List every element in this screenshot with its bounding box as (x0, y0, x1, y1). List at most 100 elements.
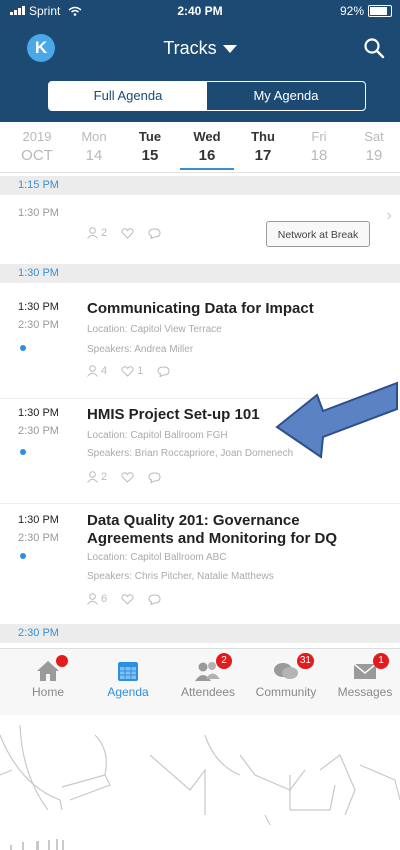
attending-count: 2 (87, 227, 107, 239)
tab-community[interactable]: 31 Community (246, 653, 326, 699)
attending-count: 2 (87, 471, 107, 483)
tab-agenda-active[interactable]: Agenda (88, 659, 168, 699)
session-title: Communicating Data for Impact (87, 300, 314, 317)
attending-value: 6 (101, 593, 108, 605)
tab-messages[interactable]: 1 Messages (325, 653, 400, 699)
user-icon (87, 471, 98, 483)
time-section-header: 2:30 PM (0, 624, 400, 643)
day-number: 16 (198, 147, 216, 164)
item-end-time: 2:30 PM (18, 319, 59, 331)
session-speakers: Speakers: Brian Roccapriore, Joan Domene… (87, 448, 294, 459)
battery-fill (370, 7, 387, 15)
item-stats: 6 (87, 593, 161, 605)
user-icon (87, 365, 98, 377)
item-start-time: 1:30 PM (18, 301, 59, 313)
attending-value: 2 (101, 471, 108, 483)
like-count (121, 471, 134, 483)
tab-bar: Home Agenda 2 Attendees 31 Community 1 M… (0, 648, 400, 715)
date-month-label: OCT (21, 147, 53, 164)
tab-label: Agenda (107, 685, 149, 699)
day-number: 17 (254, 147, 272, 164)
date-wed-selected[interactable]: Wed 16 (185, 129, 229, 164)
like-count: 1 (121, 365, 143, 377)
session-speakers: Speakers: Andrea Miller (87, 344, 194, 355)
date-sat[interactable]: Sat 19 (352, 129, 396, 164)
attending-value: 4 (101, 365, 108, 377)
battery-icon (368, 5, 392, 17)
tab-label: Messages (337, 685, 393, 699)
notification-dot (56, 655, 68, 667)
session-title: Data Quality 201: Governance Agreements … (87, 512, 338, 547)
comment-count (157, 365, 170, 377)
attendees-badge: 2 (216, 653, 232, 669)
item-start-time: 1:30 PM (18, 514, 59, 526)
item-stats: 2 (87, 471, 161, 483)
day-number: 19 (365, 147, 383, 164)
attending-value: 2 (101, 227, 108, 239)
session-speakers: Speakers: Chris Pitcher, Natalie Matthew… (87, 571, 274, 582)
status-bar: Sprint 2:40 PM 92% (0, 0, 400, 22)
tab-label: Home (31, 685, 64, 699)
date-fri[interactable]: Fri 18 (297, 129, 341, 164)
item-end-time: 2:30 PM (18, 532, 59, 544)
day-number: 15 (141, 147, 159, 164)
tab-label: Attendees (180, 685, 236, 699)
day-name: Tue (138, 129, 162, 144)
day-number: 18 (310, 147, 328, 164)
messages-badge: 1 (373, 653, 389, 669)
community-badge: 31 (296, 653, 314, 669)
tab-icon-wrap: 2 (194, 653, 232, 685)
battery-label: 92% (339, 4, 364, 18)
tab-icon-wrap (34, 655, 68, 685)
calendar-icon (118, 662, 138, 681)
day-name: Wed (193, 129, 221, 144)
attending-count: 4 (87, 365, 107, 377)
heart-icon (121, 471, 134, 483)
heart-icon (121, 365, 134, 377)
network-at-break-button[interactable]: Network at Break (266, 221, 370, 247)
search-icon[interactable] (362, 36, 386, 60)
segment-full-agenda[interactable]: Full Agenda (49, 82, 207, 110)
item-stats: 4 1 (87, 365, 170, 377)
nav-bar: K Tracks (0, 22, 400, 78)
session-location: Location: Capitol View Terrace (87, 324, 222, 335)
tab-attendees[interactable]: 2 Attendees (168, 653, 248, 699)
selected-date-indicator (180, 168, 234, 170)
date-thu[interactable]: Thu 17 (241, 129, 285, 164)
heart-icon (121, 593, 134, 605)
day-name: Fri (311, 129, 327, 144)
date-year: 2019 (22, 129, 52, 144)
caret-down-icon (222, 45, 237, 54)
segment-my-agenda[interactable]: My Agenda (207, 82, 365, 110)
annotation-arrow (275, 381, 398, 459)
item-start-time: 1:30 PM (18, 407, 59, 419)
day-name: Sat (364, 129, 384, 144)
date-tue[interactable]: Tue 15 (128, 129, 172, 164)
track-dot (20, 449, 26, 455)
tab-icon-wrap: 1 (351, 653, 389, 685)
tab-icon-wrap (114, 659, 142, 685)
date-mon[interactable]: Mon 14 (72, 129, 116, 164)
track-dot (20, 345, 26, 351)
track-dot (20, 553, 26, 559)
time-section-header: 1:15 PM (0, 176, 400, 195)
list-item-session[interactable]: 1:30 PM 2:30 PM Data Quality 201: Govern… (0, 503, 400, 621)
segment-area: Full Agenda My Agenda (0, 78, 400, 122)
comment-icon (148, 227, 161, 239)
tab-home[interactable]: Home (8, 655, 88, 699)
page-title: Tracks (163, 38, 217, 58)
agenda-screen: Sprint 2:40 PM 92% K Tracks Full Agenda … (0, 0, 400, 715)
user-icon (87, 227, 98, 239)
item-start-time: 1:30 PM (18, 207, 59, 219)
session-location: Location: Capitol Ballroom FGH (87, 430, 228, 441)
session-location: Location: Capitol Ballroom ABC (87, 552, 227, 563)
day-name: Mon (81, 129, 107, 144)
like-value: 1 (137, 365, 144, 377)
comment-count (148, 593, 161, 605)
day-number: 14 (85, 147, 103, 164)
tab-icon-wrap: 31 (272, 653, 314, 685)
like-count (121, 593, 134, 605)
tracks-dropdown[interactable]: Tracks (0, 38, 400, 59)
battery: 92% (340, 4, 392, 18)
date-strip: 2019 OCT Mon 14 Tue 15 Wed 16 Thu 17 Fri 18 Sa… (0, 122, 400, 173)
